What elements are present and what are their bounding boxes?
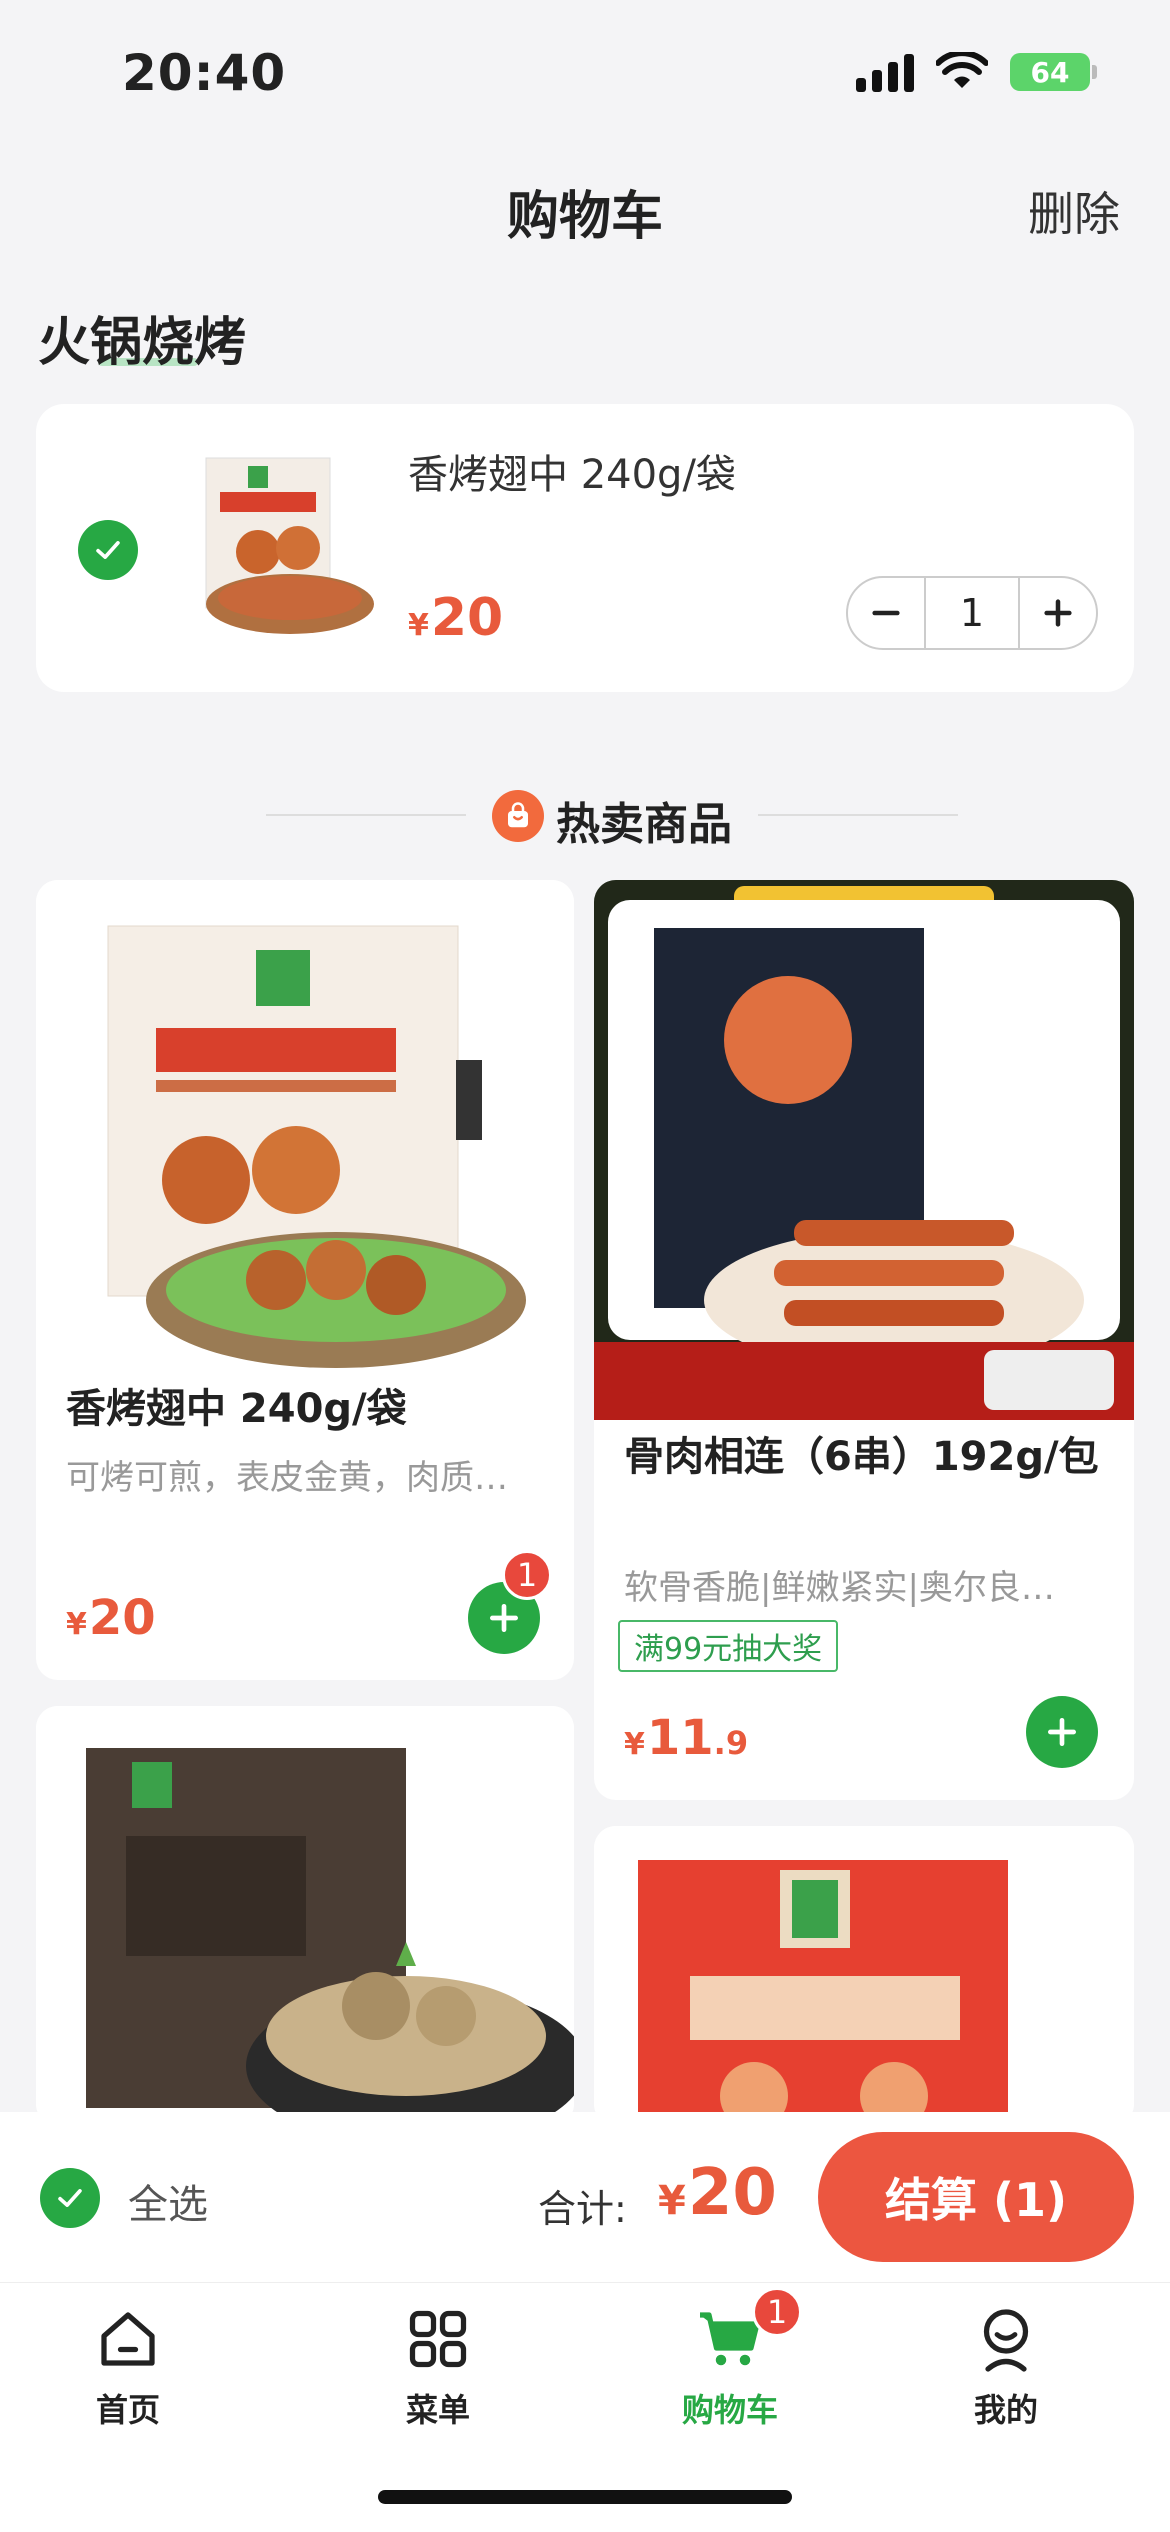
home-indicator xyxy=(378,2490,792,2504)
product-desc: 软骨香脆|鲜嫩紧实|奥尔良… xyxy=(624,1568,1055,1608)
tab-profile[interactable]: 我的 xyxy=(916,2303,1096,2431)
page-title: 购物车 xyxy=(506,187,663,247)
checkout-button[interactable]: 结算 (1) xyxy=(818,2132,1134,2262)
hot-section-title: 热卖商品 xyxy=(556,799,732,850)
quantity-value[interactable]: 1 xyxy=(924,578,1020,648)
grid-icon xyxy=(409,2310,467,2368)
tab-label: 我的 xyxy=(973,2391,1038,2429)
cart-item-image xyxy=(205,457,374,634)
divider xyxy=(758,814,958,816)
cart-count-badge: 1 xyxy=(752,2287,802,2337)
product-card[interactable] xyxy=(36,1706,574,2126)
status-bar: 20:40 64 xyxy=(0,0,1170,150)
promo-tag: 满99元抽大奖 xyxy=(618,1620,839,1672)
product-image xyxy=(594,880,1134,1420)
select-all-checkbox[interactable] xyxy=(40,2168,100,2228)
increase-button[interactable] xyxy=(1020,578,1096,648)
currency-symbol: ¥ xyxy=(408,608,429,643)
cart-item-price-value: 20 xyxy=(430,588,504,648)
cart-item-card: 香烤翅中 240g/袋 ¥20 1 xyxy=(36,404,1134,692)
product-name: 骨肉相连（6串）192g/包 xyxy=(624,1434,1099,1480)
currency-symbol: ¥ xyxy=(658,2178,686,2224)
add-to-cart-button[interactable] xyxy=(1026,1696,1098,1768)
check-icon xyxy=(58,2189,82,2207)
cart-item-price: ¥20 xyxy=(408,588,503,648)
battery-icon: 64 xyxy=(1010,53,1097,91)
currency-symbol: ¥ xyxy=(624,1727,645,1762)
cart-item-checkbox[interactable] xyxy=(78,520,138,580)
battery-level: 64 xyxy=(1030,55,1070,89)
product-price-value: 20 xyxy=(88,1590,156,1646)
minus-icon xyxy=(872,610,900,616)
product-name: 香烤翅中 240g/袋 xyxy=(66,1386,407,1432)
store-name: 火锅烧烤 xyxy=(38,313,247,373)
product-card[interactable]: 香烤翅中 240g/袋 可烤可煎，表皮金黄，肉质… ¥20 1 xyxy=(36,880,574,1680)
hot-section-header: 热卖商品 xyxy=(0,780,1170,850)
tab-label: 首页 xyxy=(95,2391,160,2429)
shopping-bag-icon xyxy=(492,790,544,842)
quantity-stepper: 1 xyxy=(846,576,1098,650)
product-price-value: 11 xyxy=(646,1710,714,1766)
signal-icon xyxy=(856,52,914,92)
product-price: ¥11.9 xyxy=(624,1710,748,1766)
home-icon xyxy=(101,2312,155,2366)
checkout-bar: 全选 合计: ¥20 结算 (1) xyxy=(0,2112,1170,2282)
profile-icon xyxy=(983,2309,1029,2372)
currency-symbol: ¥ xyxy=(66,1607,87,1642)
nav-bar: 购物车 删除 xyxy=(0,150,1170,260)
wifi-icon xyxy=(936,52,988,88)
divider xyxy=(266,814,466,816)
plus-icon xyxy=(1044,599,1072,627)
status-time: 20:40 xyxy=(122,44,287,102)
total-label: 合计: xyxy=(538,2187,627,2231)
tab-label: 购物车 xyxy=(681,2391,778,2429)
total-price: ¥20 xyxy=(658,2156,777,2230)
product-image xyxy=(594,1826,1134,2126)
decrease-button[interactable] xyxy=(848,578,924,648)
tab-home[interactable]: 首页 xyxy=(38,2303,218,2431)
product-price: ¥20 xyxy=(66,1590,156,1646)
tab-menu[interactable]: 菜单 xyxy=(348,2303,528,2431)
delete-button[interactable]: 删除 xyxy=(1028,178,1120,244)
cart-item-name: 香烤翅中 240g/袋 xyxy=(408,452,736,498)
status-icons: 64 xyxy=(856,52,1097,92)
product-card[interactable] xyxy=(594,1826,1134,2126)
product-image xyxy=(36,1706,574,2126)
product-price-decimal: .9 xyxy=(713,1724,749,1762)
tab-label: 菜单 xyxy=(405,2391,470,2429)
total-price-value: 20 xyxy=(687,2156,777,2230)
product-desc: 可烤可煎，表皮金黄，肉质… xyxy=(66,1458,508,1498)
product-image xyxy=(36,880,574,1400)
product-card[interactable]: 骨肉相连（6串）192g/包 软骨香脆|鲜嫩紧实|奥尔良… 满99元抽大奖 ¥1… xyxy=(594,880,1134,1800)
check-icon xyxy=(96,541,120,559)
quantity-badge: 1 xyxy=(502,1550,552,1600)
plus-icon xyxy=(490,1604,518,1632)
select-all-label[interactable]: 全选 xyxy=(128,2172,208,2230)
plus-icon xyxy=(1048,1718,1076,1746)
